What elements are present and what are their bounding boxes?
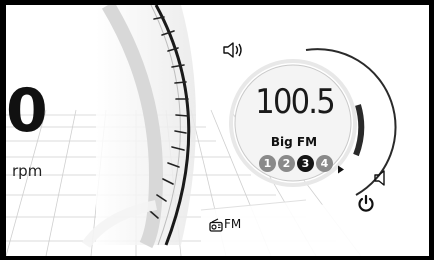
preset-3-button[interactable]: 3 (297, 155, 314, 172)
infotainment-screen: 0 rpm 100.5 Big FM 1 2 3 4 FM (0, 0, 434, 260)
next-preset-icon[interactable] (337, 159, 345, 178)
radio-icon (209, 217, 223, 236)
preset-2-button[interactable]: 2 (278, 155, 295, 172)
preset-4-button[interactable]: 4 (316, 155, 333, 172)
tachometer-dial (81, 5, 196, 249)
rpm-unit-label: rpm (12, 162, 43, 180)
station-name: Big FM (270, 135, 318, 149)
volume-up-icon[interactable] (222, 41, 244, 63)
volume-down-icon[interactable] (373, 169, 387, 191)
radio-frequency: 100.5 (255, 82, 335, 122)
preset-1-button[interactable]: 1 (259, 155, 276, 172)
rpm-readout: 0 (6, 76, 48, 146)
power-icon[interactable] (357, 194, 375, 216)
source-label[interactable]: FM (224, 217, 241, 231)
cluster-display: 0 rpm 100.5 Big FM 1 2 3 4 FM (6, 5, 429, 256)
